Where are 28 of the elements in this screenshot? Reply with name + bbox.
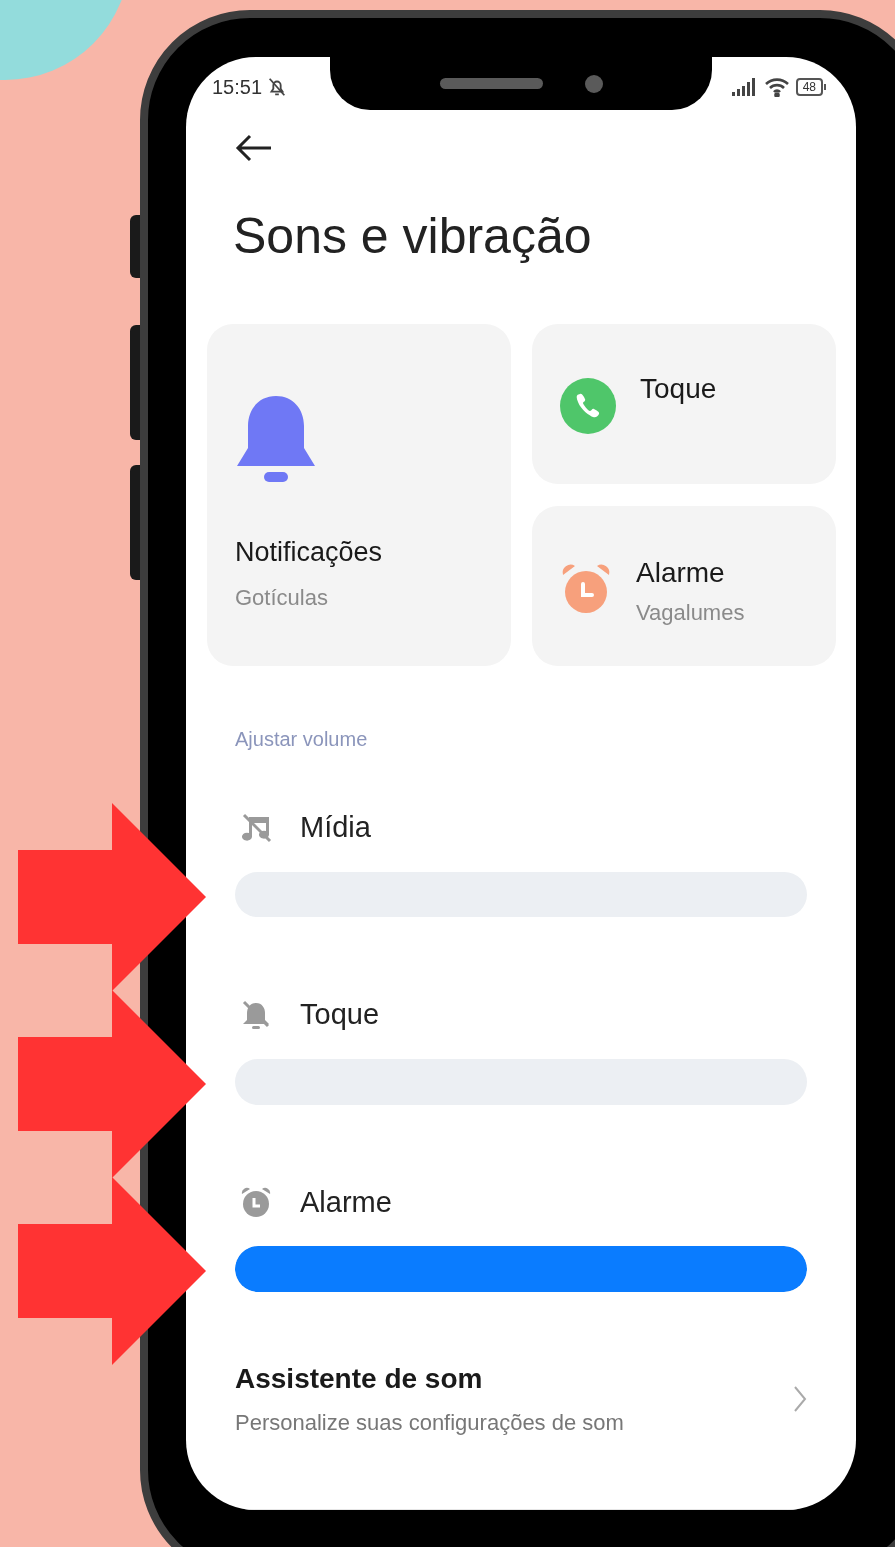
card-label: Notificações (235, 536, 384, 569)
alarm-sound-card[interactable]: Alarme Vagalumes (532, 506, 836, 666)
battery-level: 48 (795, 77, 823, 96)
status-time: 15:51 (212, 74, 263, 100)
back-arrow-icon[interactable] (235, 134, 273, 162)
alarm-clock-icon (560, 562, 612, 614)
volume-label: Alarme (300, 1184, 392, 1220)
alarm-clock-icon (240, 1186, 272, 1219)
wifi-icon (763, 76, 790, 97)
sound-assistant-row[interactable]: Assistente de som Personalize suas configurações de som (235, 1358, 807, 1440)
card-label: Alarme (636, 556, 726, 590)
notification-sound-card[interactable]: Notificações Gotículas (207, 324, 511, 666)
card-value: Vagalumes (636, 599, 745, 627)
signal-icon (731, 77, 758, 96)
chevron-right-icon (793, 1384, 807, 1413)
section-label: Ajustar volume (234, 727, 369, 752)
volume-label: Mídia (300, 810, 371, 845)
volume-label: Toque (300, 997, 379, 1033)
volume-slider[interactable] (235, 1246, 807, 1293)
page-title: Sons e vibração (232, 207, 593, 266)
row-subtitle: Personalize suas configurações de som (235, 1409, 624, 1438)
phone-icon (560, 378, 616, 434)
row-title: Assistente de som (235, 1362, 484, 1397)
card-label: Toque (640, 372, 717, 406)
card-value: Gotículas (235, 583, 329, 612)
ringtone-sound-card[interactable]: Toque (532, 324, 836, 484)
muted-music-note-icon (240, 811, 272, 844)
muted-bell-icon (240, 999, 272, 1032)
